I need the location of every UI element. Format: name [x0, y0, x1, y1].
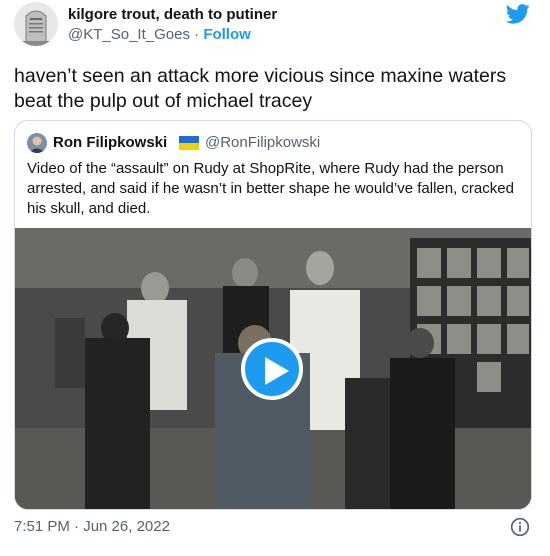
quoted-author-avatar[interactable]: [27, 133, 47, 153]
info-icon[interactable]: [510, 517, 530, 537]
tweet-card: kilgore trout, death to putiner @KT_So_I…: [0, 0, 548, 552]
play-icon: [265, 357, 289, 385]
quoted-author-name[interactable]: Ron Filipkowski: [53, 134, 167, 151]
author-name[interactable]: kilgore trout, death to putiner: [68, 6, 277, 23]
quoted-tweet-text: Video of the “assault” on Rudy at ShopRi…: [27, 160, 514, 217]
author-handle[interactable]: @KT_So_It_Goes: [68, 26, 190, 43]
play-button[interactable]: [241, 338, 303, 400]
twitter-bird-icon[interactable]: [506, 4, 530, 24]
tweet-text: haven’t seen an attack more vicious sinc…: [14, 65, 507, 112]
video-player[interactable]: [15, 228, 531, 509]
author-handle-line: @KT_So_It_Goes · Follow: [68, 26, 251, 43]
separator: ·: [189, 26, 204, 43]
author-avatar[interactable]: [14, 2, 58, 46]
follow-button[interactable]: Follow: [203, 26, 251, 43]
tweet-timestamp[interactable]: 7:51 PM · Jun 26, 2022: [14, 518, 170, 535]
ukraine-flag-icon: [179, 136, 199, 150]
quoted-author-handle[interactable]: @RonFilipkowski: [205, 134, 320, 151]
quoted-tweet[interactable]: Ron Filipkowski @RonFilipkowski Video of…: [14, 120, 532, 510]
tombstone-avatar-icon: [14, 2, 58, 46]
quoted-avatar-icon: [27, 133, 47, 153]
